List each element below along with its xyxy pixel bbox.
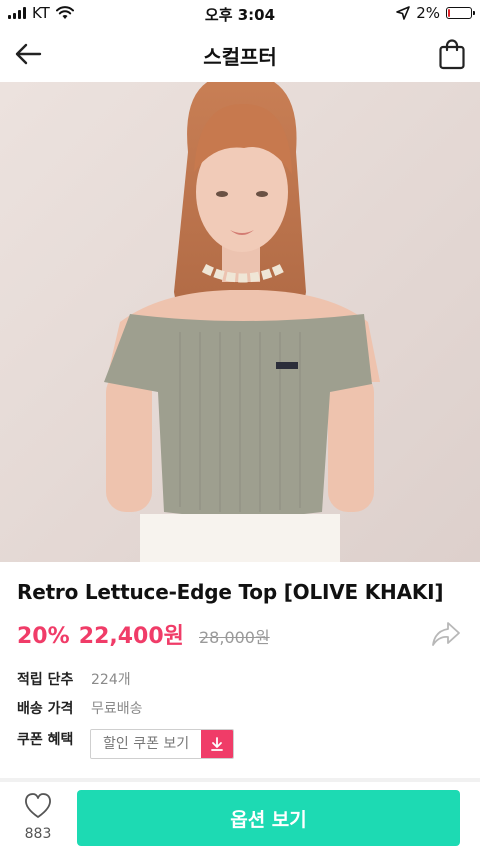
product-photo	[0, 82, 480, 562]
sale-price: 22,400원	[78, 624, 184, 649]
status-bar: KT 오후 3:04 2%	[0, 0, 480, 26]
view-options-button[interactable]: 옵션 보기	[77, 790, 460, 846]
battery-icon	[446, 7, 475, 19]
info-label: 적립 단추	[17, 672, 74, 688]
coupon-button[interactable]: 할인 쿠폰 보기	[90, 729, 235, 759]
original-price: 28,000원	[199, 628, 270, 647]
price-row: 20% 22,400원 28,000원	[17, 618, 463, 650]
like-button[interactable]: 883	[14, 792, 62, 848]
like-count: 883	[24, 826, 52, 842]
info-row-coupon: 쿠폰 혜택	[17, 729, 91, 749]
share-arrow-icon[interactable]	[431, 620, 461, 648]
nav-bar: 스컬프터	[0, 26, 480, 82]
divider	[0, 778, 480, 782]
heart-icon	[25, 793, 51, 818]
product-name: Retro Lettuce-Edge Top [OLIVE KHAKI]	[17, 580, 444, 604]
info-label: 쿠폰 혜택	[17, 732, 74, 748]
product-image[interactable]	[0, 82, 480, 562]
info-label: 배송 가격	[17, 701, 74, 717]
status-right: 2%	[396, 4, 475, 22]
shopping-bag-icon[interactable]	[438, 38, 466, 70]
location-arrow-icon	[396, 6, 411, 20]
coupon-text: 할인 쿠폰 보기	[91, 730, 202, 758]
discount-rate: 20%	[17, 624, 70, 649]
download-icon	[201, 730, 234, 758]
info-row-shipping: 배송 가격 무료배송	[17, 698, 143, 718]
info-row-points: 적립 단추 224개	[17, 669, 131, 689]
battery-percent: 2%	[416, 4, 440, 22]
page-title: 스컬프터	[203, 45, 277, 69]
info-value: 무료배송	[91, 701, 143, 717]
info-value: 224개	[91, 672, 131, 688]
battery-fill	[448, 9, 450, 17]
